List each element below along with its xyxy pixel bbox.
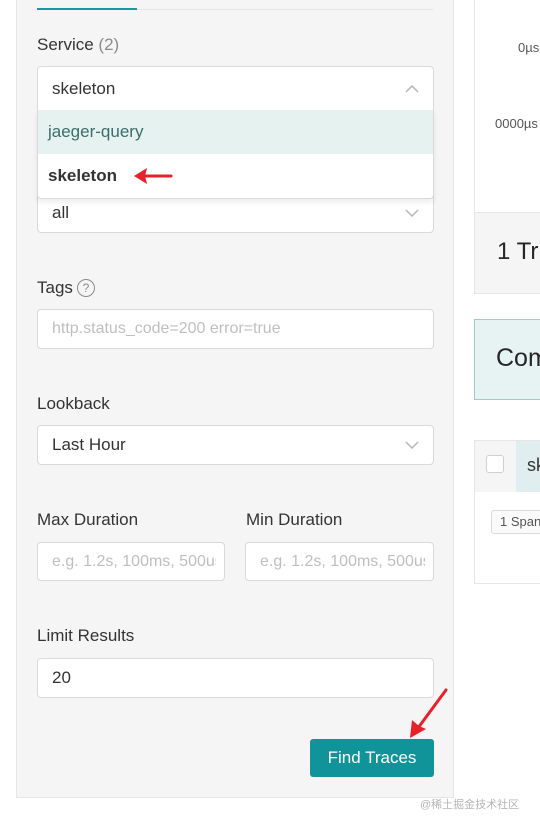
active-tab-indicator: [37, 8, 137, 10]
axis-label-mid: 0000µs: [495, 116, 538, 131]
lookback-select[interactable]: Last Hour: [37, 425, 434, 465]
service-option-jaeger-query[interactable]: jaeger-query: [38, 110, 433, 154]
watermark: @稀土掘金技术社区: [420, 799, 520, 811]
min-duration-input[interactable]: e.g. 1.2s, 100ms, 500us: [245, 542, 434, 581]
max-duration-label: Max Duration: [37, 510, 139, 529]
tags-input-placeholder: http.status_code=200 error=true: [52, 320, 281, 337]
max-duration-placeholder: e.g. 1.2s, 100ms, 500us: [52, 552, 216, 570]
max-duration-input[interactable]: e.g. 1.2s, 100ms, 500us: [37, 542, 225, 581]
trace-select-checkbox[interactable]: [486, 455, 504, 473]
help-icon[interactable]: ?: [76, 279, 95, 297]
limit-results-value: 20: [52, 668, 71, 687]
service-count: (2): [98, 35, 120, 54]
min-duration-placeholder: e.g. 1.2s, 100ms, 500us: [260, 552, 425, 570]
service-label: Service (2): [37, 35, 120, 54]
lookback-label: Lookback: [37, 394, 110, 413]
tab-divider: [137, 9, 433, 10]
arrow-annotation-icon: [134, 168, 173, 184]
chevron-up-icon: [405, 84, 419, 93]
service-select-value: skeleton: [52, 78, 116, 98]
service-dropdown-menu: jaeger-query skeleton: [37, 110, 434, 199]
lookback-select-value: Last Hour: [52, 435, 126, 454]
tags-label: Tags?: [37, 278, 95, 298]
scatter-plot-area: [474, 0, 540, 212]
trace-name-text: sk: [527, 455, 540, 475]
tags-input[interactable]: http.status_code=200 error=true: [37, 309, 434, 349]
find-traces-button[interactable]: Find Traces: [310, 739, 434, 777]
service-select[interactable]: skeleton: [37, 66, 434, 111]
axis-label-top: 0µs: [518, 40, 540, 55]
limit-results-label: Limit Results: [37, 626, 135, 645]
trace-count-text: 1 Tr: [497, 238, 539, 265]
operation-select-value: all: [52, 203, 70, 222]
min-duration-label: Min Duration: [246, 510, 343, 529]
service-option-skeleton[interactable]: skeleton: [38, 154, 433, 198]
arrow-annotation-icon: [410, 688, 448, 738]
limit-results-input[interactable]: 20: [37, 658, 434, 698]
chevron-down-icon: [405, 209, 419, 218]
compare-text: Com: [496, 344, 540, 372]
span-count-text: 1 Span: [500, 514, 540, 529]
chevron-down-icon: [405, 441, 419, 450]
